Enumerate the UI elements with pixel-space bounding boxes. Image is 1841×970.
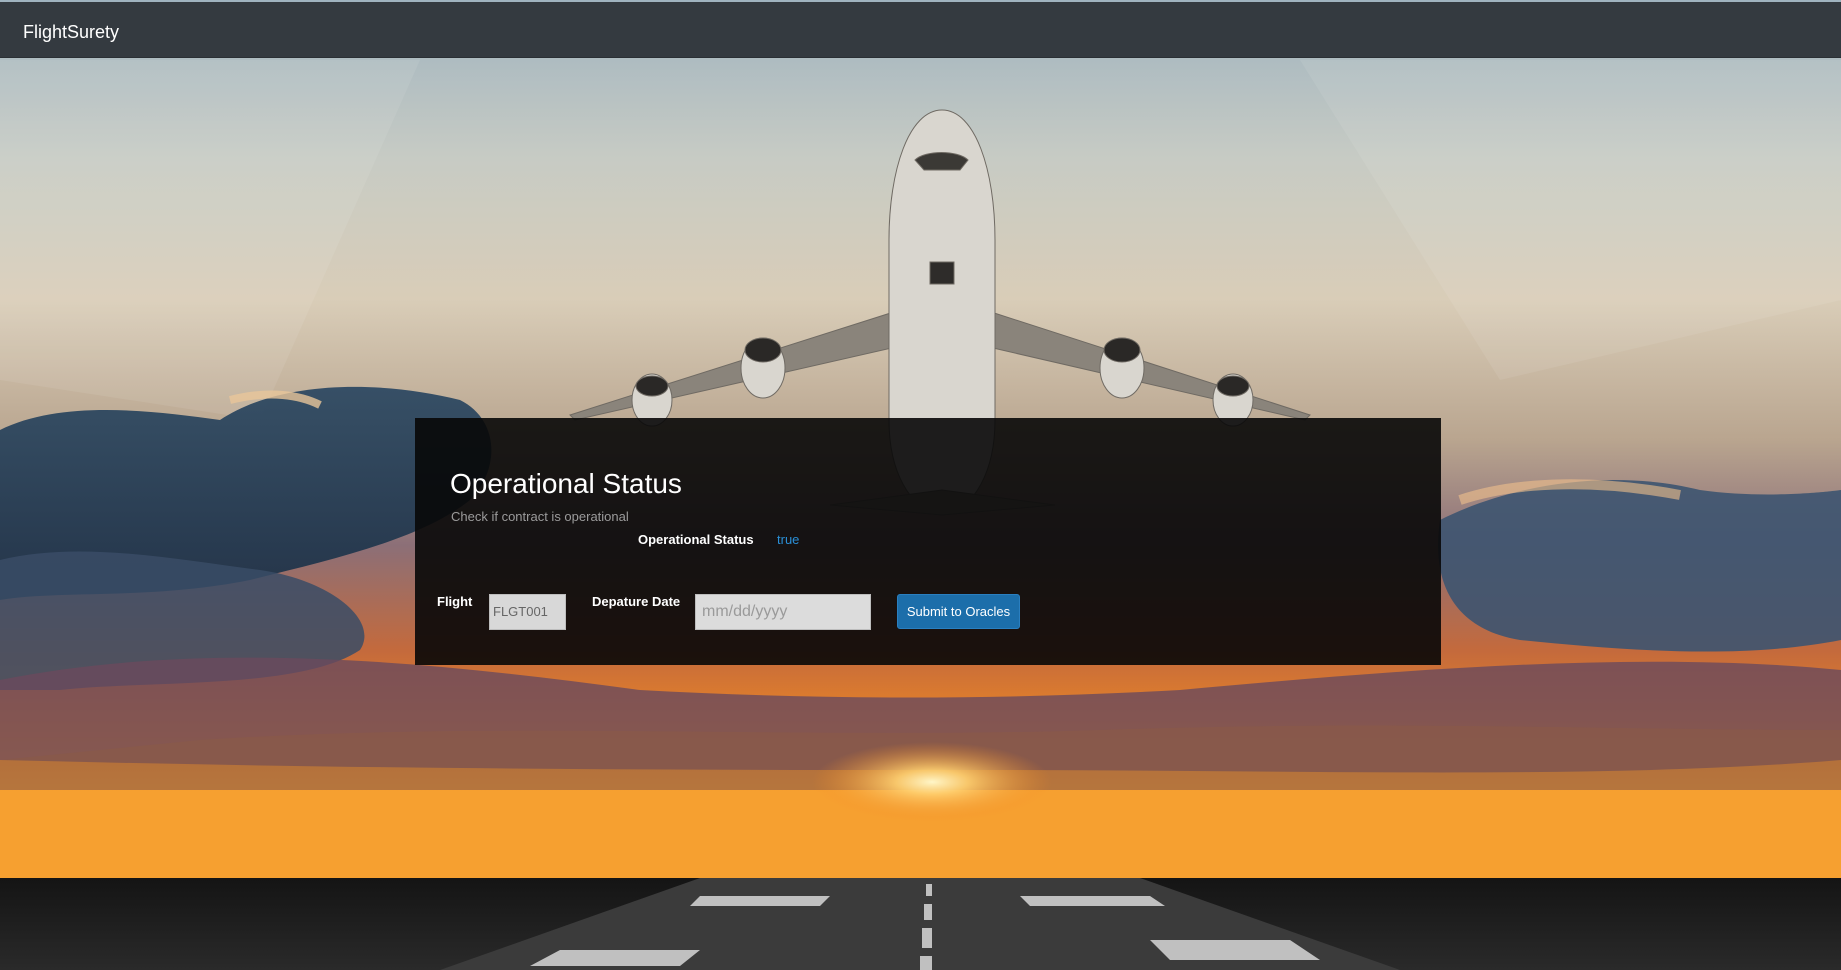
departure-date-input[interactable] (695, 594, 871, 630)
submit-to-oracles-button[interactable]: Submit to Oracles (897, 594, 1020, 629)
top-navbar: FlightSurety (0, 2, 1841, 58)
brand-link[interactable]: FlightSurety (23, 20, 119, 44)
operational-status-panel: Operational Status Check if contract is … (415, 418, 1441, 665)
panel-title: Operational Status (450, 468, 682, 499)
flight-select[interactable]: FLGT001 (489, 594, 566, 630)
operational-status-label: Operational Status (638, 532, 754, 547)
operational-status-value: true (777, 532, 800, 547)
panel-subtitle: Check if contract is operational (451, 509, 629, 524)
departure-date-label: Depature Date (592, 594, 681, 609)
flight-label: Flight (437, 594, 473, 609)
